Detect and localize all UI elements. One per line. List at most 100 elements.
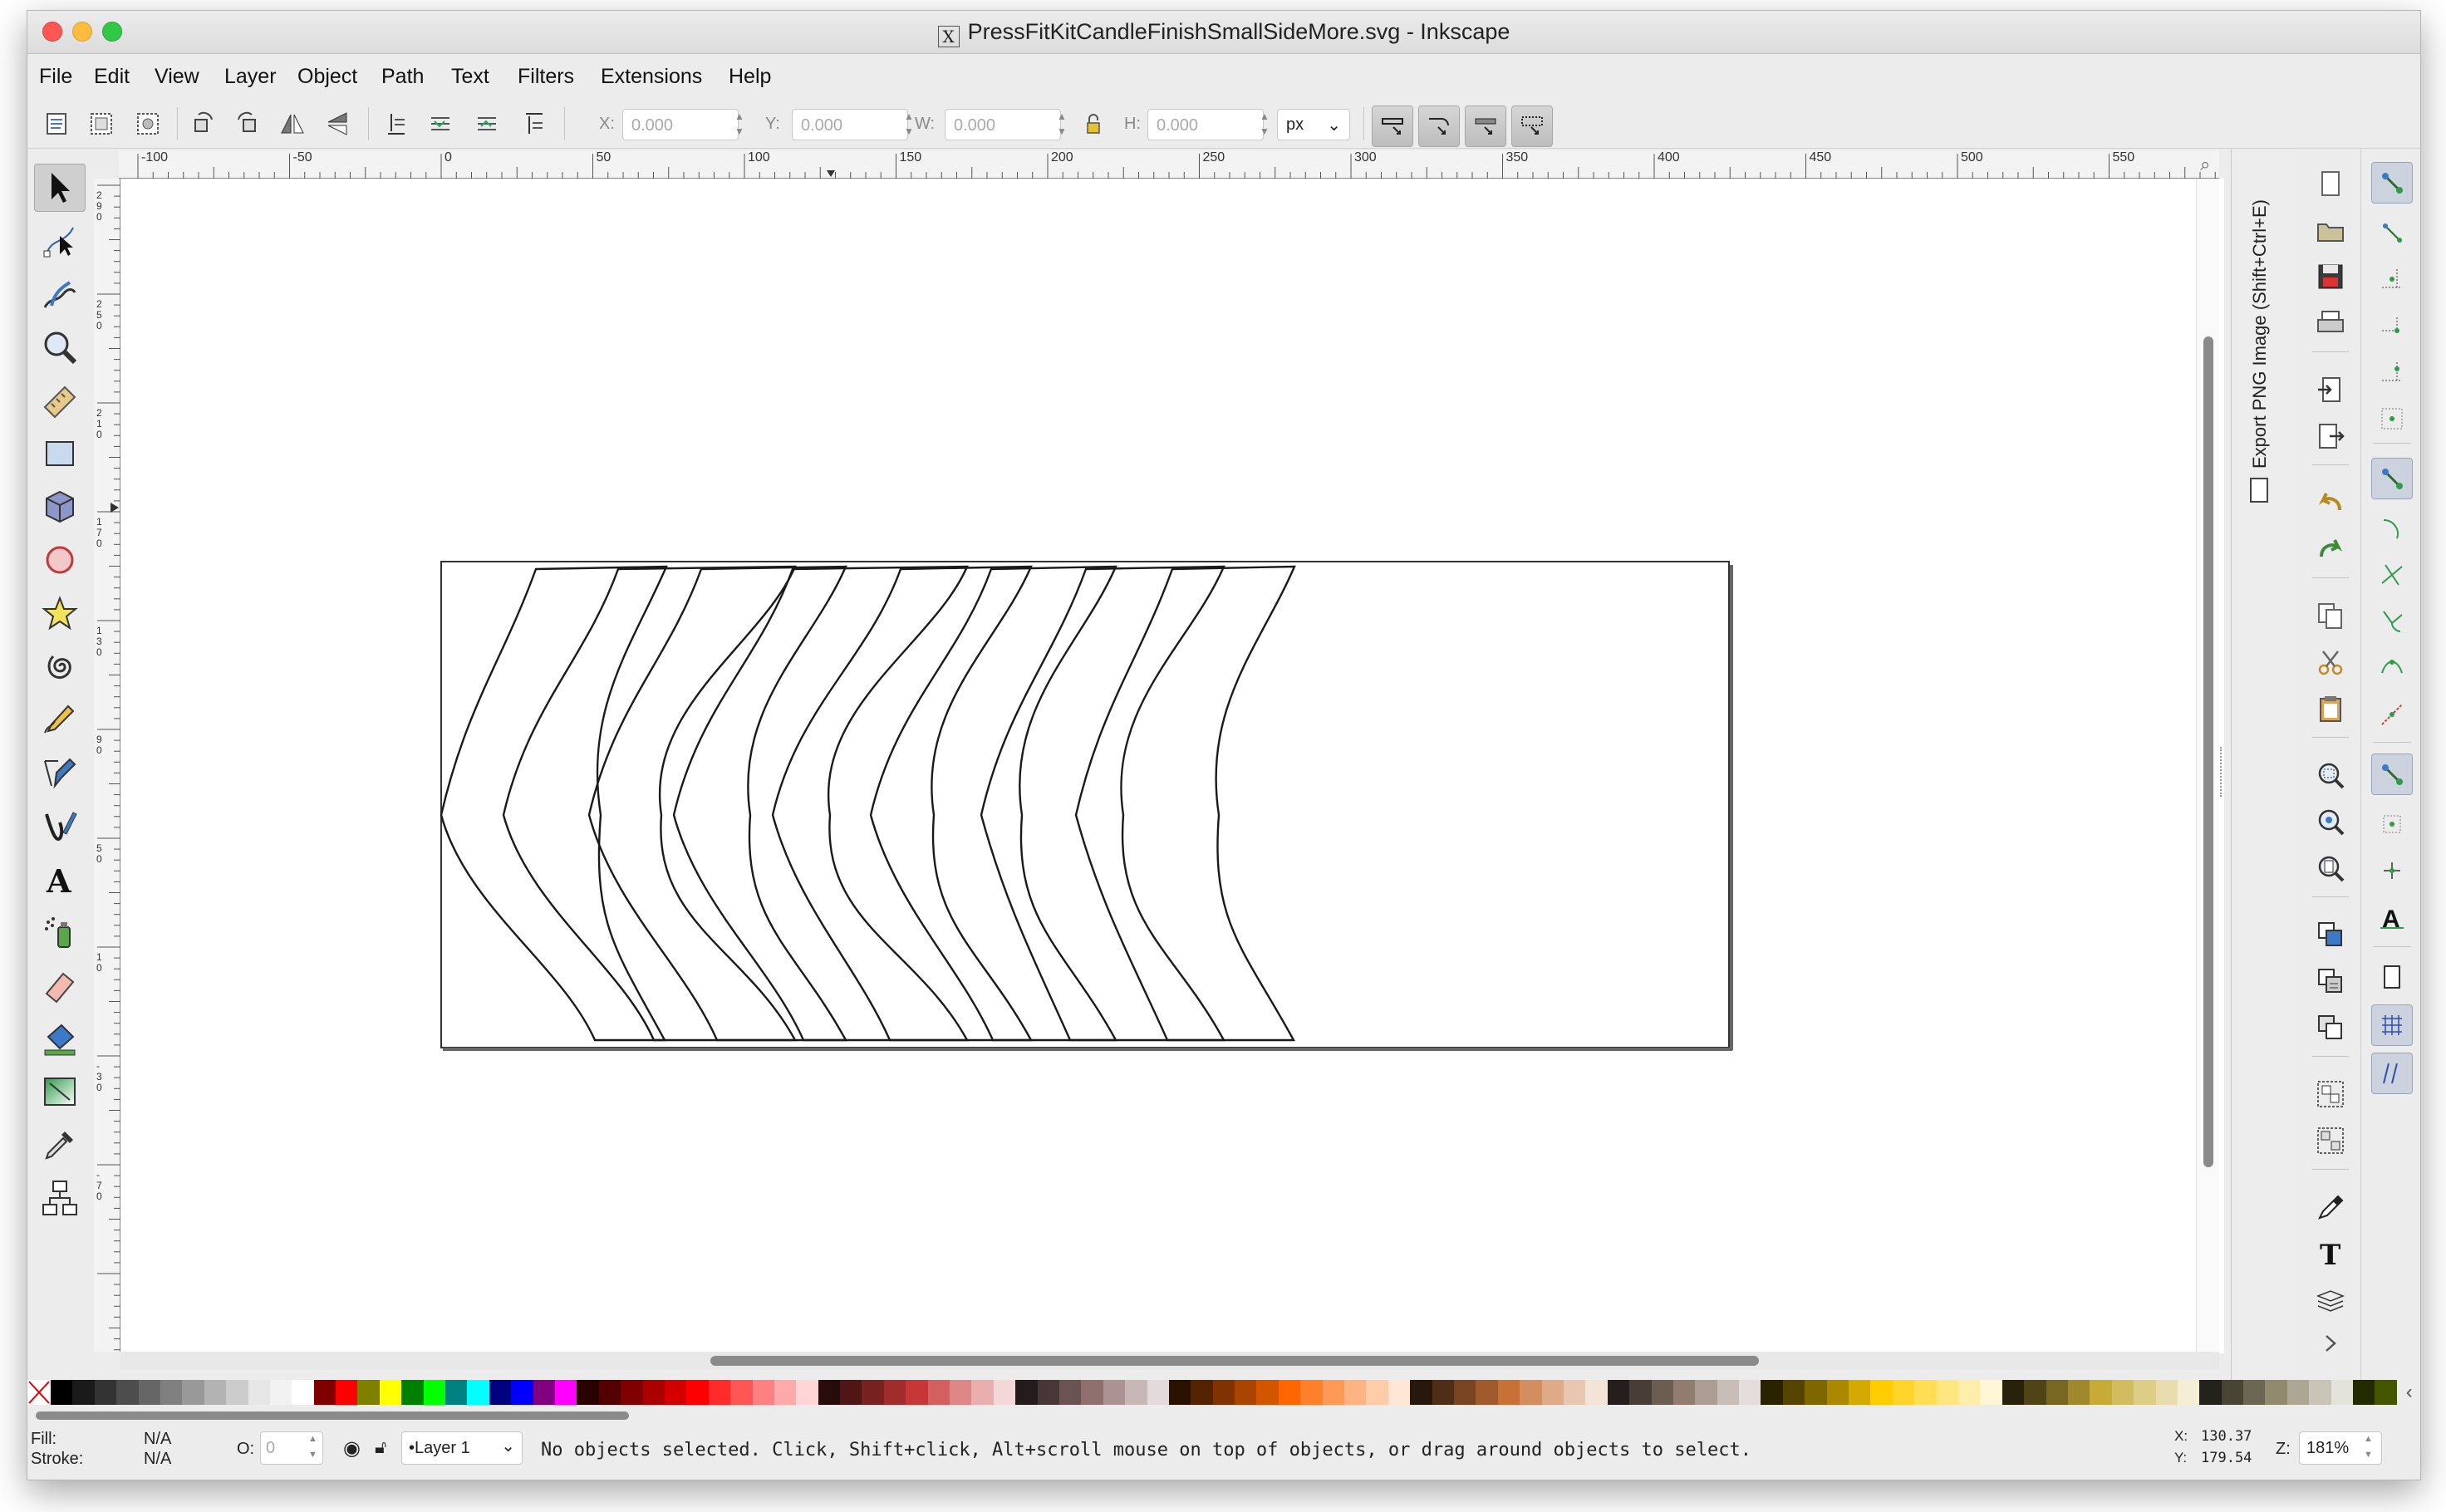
color-swatch[interactable] (2024, 1380, 2046, 1405)
color-swatch[interactable] (226, 1380, 248, 1405)
color-swatch[interactable] (1980, 1380, 2002, 1405)
group-button[interactable] (2311, 1074, 2350, 1114)
menu-extensions[interactable]: Extensions (601, 65, 702, 89)
color-swatch[interactable] (1585, 1380, 1608, 1405)
measure-tool[interactable] (34, 376, 86, 425)
color-swatch[interactable] (2111, 1380, 2134, 1405)
color-swatch[interactable] (1541, 1380, 1564, 1405)
color-swatch[interactable] (1235, 1380, 1257, 1405)
w-field[interactable]: 0.000 (945, 109, 1061, 140)
menu-path[interactable]: Path (381, 65, 424, 89)
color-swatch[interactable] (577, 1380, 599, 1405)
color-swatch[interactable] (1607, 1380, 1630, 1405)
color-swatch[interactable] (116, 1380, 139, 1405)
color-swatch[interactable] (971, 1380, 994, 1405)
color-swatch[interactable] (2046, 1380, 2068, 1405)
fill-stroke-button[interactable] (2311, 1187, 2350, 1227)
color-swatch[interactable] (2177, 1380, 2200, 1405)
color-swatch[interactable] (883, 1380, 906, 1405)
color-swatch[interactable] (906, 1380, 928, 1405)
color-swatch[interactable] (2243, 1380, 2266, 1405)
snap-bbox-button[interactable] (2371, 212, 2413, 253)
color-swatch[interactable] (862, 1380, 884, 1405)
select-all-layers-button[interactable] (84, 106, 119, 141)
vertical-ruler[interactable]: 290250210170130905010-30-70 (94, 179, 120, 1352)
paste-button[interactable] (2311, 689, 2350, 729)
lower-button[interactable] (423, 106, 458, 141)
zoom-spinner[interactable]: ▲ ▼ (2364, 1431, 2373, 1463)
snap-midpoint-button[interactable] (2371, 694, 2413, 735)
snap-paths-button[interactable] (2371, 508, 2413, 549)
selector-tool[interactable] (34, 164, 86, 212)
color-swatch[interactable] (1651, 1380, 1673, 1405)
color-swatch[interactable] (1125, 1380, 1147, 1405)
horizontal-ruler[interactable]: -100 -50 0 50 100 150 200 250 300 350 400 450 500 550 (119, 150, 2219, 179)
color-swatch[interactable] (401, 1380, 424, 1405)
color-swatch[interactable] (2353, 1380, 2375, 1405)
color-swatch[interactable] (2090, 1380, 2112, 1405)
color-swatch[interactable] (313, 1380, 336, 1405)
menu-object[interactable]: Object (297, 65, 357, 89)
color-swatch[interactable] (160, 1380, 183, 1405)
eraser-tool[interactable] (34, 961, 86, 1009)
color-swatch[interactable] (1672, 1380, 1696, 1405)
palette-scroll-thumb[interactable] (36, 1411, 629, 1420)
color-swatch[interactable] (1497, 1380, 1520, 1405)
palette-menu-icon[interactable]: ‹ (2397, 1380, 2420, 1405)
fill-value[interactable]: N/A (144, 1430, 171, 1449)
snap-others-button[interactable] (2371, 754, 2413, 795)
color-swatch[interactable] (2001, 1380, 2025, 1405)
transform-patterns-toggle[interactable] (1511, 106, 1553, 147)
color-swatch[interactable] (1914, 1380, 1937, 1405)
text-font-button[interactable]: T (2311, 1234, 2350, 1274)
color-swatch[interactable] (1256, 1380, 1279, 1405)
color-swatch[interactable] (204, 1380, 227, 1405)
flip-vertical-button[interactable] (320, 106, 355, 141)
color-swatch[interactable] (1191, 1380, 1213, 1405)
select-all-button[interactable] (39, 106, 74, 141)
flip-horizontal-button[interactable] (275, 106, 310, 141)
zoom-tool[interactable] (34, 323, 86, 371)
transform-gradients-toggle[interactable] (1465, 106, 1506, 147)
eye-icon[interactable]: ◉ (343, 1436, 361, 1460)
color-swatch[interactable] (598, 1380, 621, 1405)
color-swatch[interactable] (950, 1380, 972, 1405)
x-field[interactable]: 0.000 (622, 109, 739, 140)
snap-object-center-button[interactable] (2371, 803, 2413, 845)
more-commands-button[interactable] (2311, 1323, 2350, 1363)
color-swatch[interactable] (336, 1380, 358, 1405)
color-swatch[interactable] (2155, 1380, 2178, 1405)
color-swatch[interactable] (1278, 1380, 1301, 1405)
horizontal-scroll-thumb[interactable] (710, 1356, 1759, 1366)
drawing-canvas[interactable] (120, 179, 2224, 1353)
color-swatch[interactable] (993, 1380, 1016, 1405)
color-swatch[interactable] (1168, 1380, 1191, 1405)
menu-view[interactable]: View (155, 65, 199, 89)
zoom-page-button[interactable] (2311, 848, 2350, 888)
color-swatch[interactable] (927, 1380, 950, 1405)
color-swatch[interactable] (1015, 1380, 1038, 1405)
color-swatch[interactable] (2134, 1380, 2156, 1405)
color-swatch[interactable] (182, 1380, 204, 1405)
color-swatch[interactable] (1870, 1380, 1893, 1405)
color-swatch[interactable] (357, 1380, 380, 1405)
color-swatch[interactable] (1849, 1380, 1871, 1405)
color-swatch[interactable] (1563, 1380, 1586, 1405)
lower-to-bottom-button[interactable] (378, 106, 413, 141)
zoom-selection-button[interactable] (2311, 755, 2350, 795)
color-swatch[interactable] (796, 1380, 818, 1405)
snap-intersection-button[interactable] (2371, 554, 2413, 596)
h-spinner[interactable]: ▲ ▼ (1257, 109, 1272, 140)
rotate-cw-button[interactable] (230, 106, 265, 141)
scale-stroke-toggle[interactable] (1372, 106, 1413, 147)
text-tool[interactable]: A (34, 855, 86, 903)
gradient-tool[interactable] (34, 1068, 86, 1116)
snap-rotation-center-button[interactable] (2371, 850, 2413, 891)
color-swatch[interactable] (1629, 1380, 1652, 1405)
w-spinner[interactable]: ▲ ▼ (1054, 109, 1069, 140)
color-swatch[interactable] (1081, 1380, 1103, 1405)
color-swatch[interactable] (1695, 1380, 1717, 1405)
snap-bbox-edge-button[interactable] (2371, 258, 2413, 300)
rectangle-tool[interactable] (34, 430, 86, 478)
node-tool[interactable] (34, 217, 86, 265)
